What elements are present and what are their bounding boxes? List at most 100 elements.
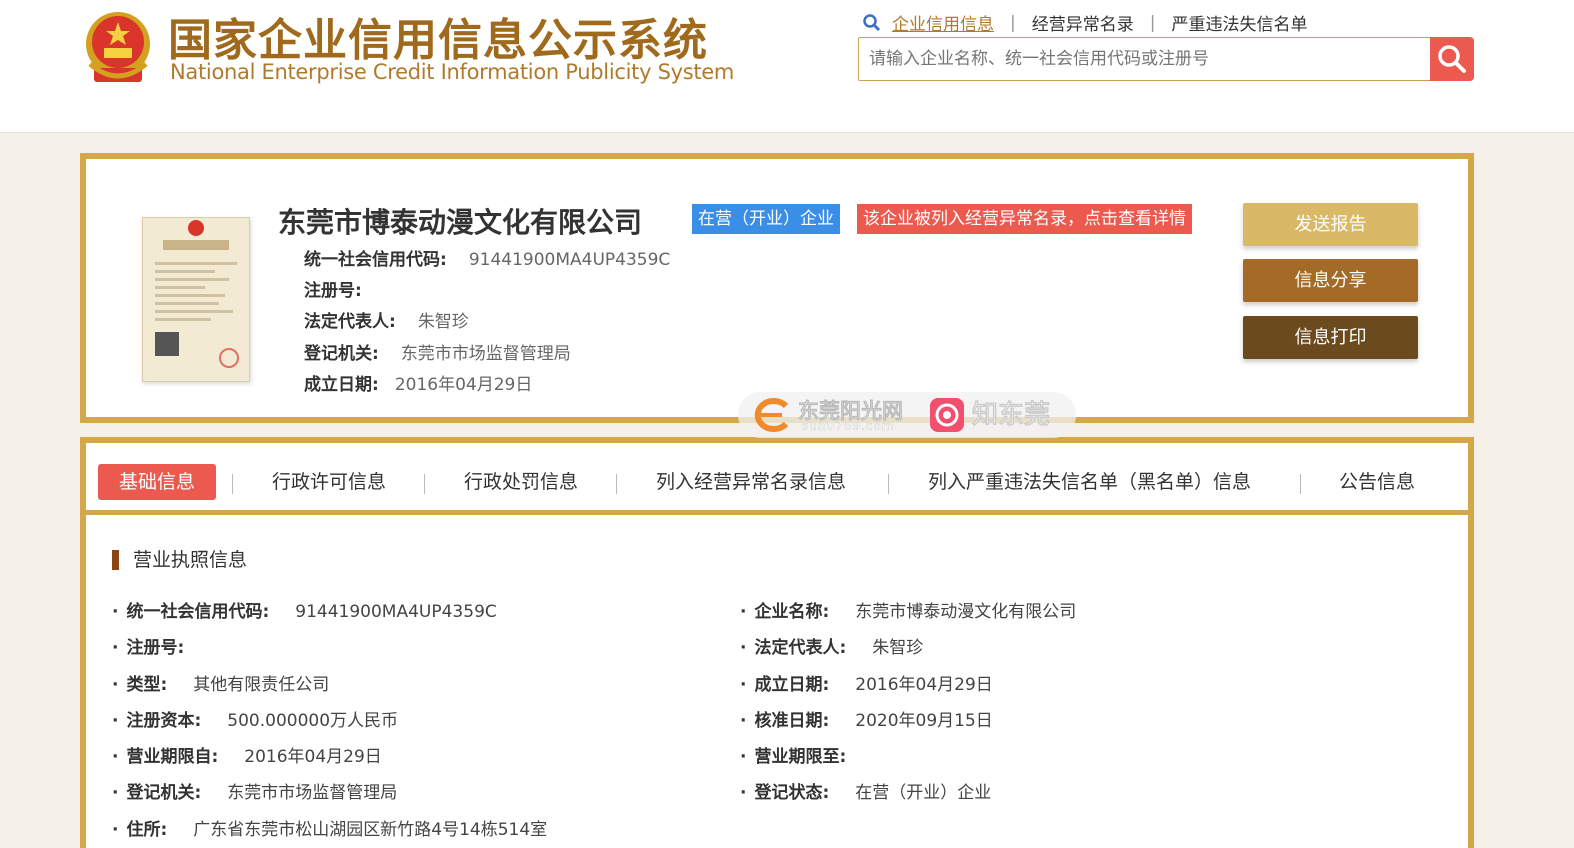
info-label: 成立日期: (304, 375, 379, 395)
field-term-start: · 营业期限自: 2016年04月29日 (112, 742, 382, 767)
field-value: 2016年04月29日 (855, 675, 993, 695)
tab-divider (424, 474, 425, 494)
bullet: · (740, 638, 747, 658)
field-legal-rep: · 法定代表人: 朱智珍 (740, 633, 923, 658)
info-row-credit-code: 统一社会信用代码: 91441900MA4UP4359C (304, 245, 670, 270)
field-founded: · 成立日期: 2016年04月29日 (740, 670, 993, 695)
info-value: 朱智珍 (417, 312, 469, 332)
magnifier-icon (1438, 45, 1466, 73)
field-value: 2016年04月29日 (244, 747, 382, 767)
nav-divider: | (1010, 12, 1016, 33)
tab-divider (232, 474, 233, 494)
license-icon (155, 220, 239, 368)
zhidongguan-logo-icon (930, 398, 964, 432)
bullet: · (740, 675, 747, 695)
field-value: 东莞市市场监督管理局 (227, 783, 398, 803)
tab-blacklist[interactable]: 列入严重违法失信名单（黑名单）信息 (928, 464, 1251, 500)
send-report-button[interactable]: 发送报告 (1243, 203, 1418, 246)
field-capital: · 注册资本: 500.000000万人民币 (112, 706, 398, 731)
bullet: · (740, 783, 747, 803)
field-credit-code: · 统一社会信用代码: 91441900MA4UP4359C (112, 597, 497, 622)
field-label: 住所: (126, 820, 168, 840)
print-info-button[interactable]: 信息打印 (1243, 316, 1418, 359)
field-value: 在营（开业）企业 (855, 783, 992, 803)
bullet: · (112, 783, 119, 803)
watermark-brand: 知东莞 (972, 400, 1051, 431)
field-label: 营业期限至: (754, 747, 847, 767)
tab-divider (888, 474, 889, 494)
nav-link-abnormal-list[interactable]: 经营异常名录 (1032, 10, 1134, 35)
watermark: 东莞阳光网 sun0769.com 知东莞 (738, 392, 1076, 438)
national-emblem-icon (86, 12, 150, 82)
info-row-founded: 成立日期: 2016年04月29日 (304, 370, 532, 395)
bullet: · (740, 602, 747, 622)
share-info-button[interactable]: 信息分享 (1243, 259, 1418, 302)
tab-basic-info[interactable]: 基础信息 (98, 464, 217, 500)
field-value: 东莞市博泰动漫文化有限公司 (855, 602, 1077, 622)
watermark-url: sun0769.com (802, 419, 895, 433)
tab-abnormal-list[interactable]: 列入经营异常名录信息 (656, 464, 846, 500)
info-row-legal-rep: 法定代表人: 朱智珍 (304, 307, 469, 332)
field-label: 企业名称: (754, 602, 830, 622)
info-value: 91441900MA4UP4359C (468, 250, 671, 270)
field-label: 营业期限自: (126, 747, 219, 767)
section-title-license: 营业执照信息 (112, 550, 247, 570)
info-row-reg-number: 注册号: (304, 276, 378, 301)
bullet: · (112, 820, 119, 840)
field-label: 法定代表人: (754, 638, 847, 658)
nav-divider: | (1149, 12, 1156, 33)
info-label: 法定代表人: (304, 312, 396, 332)
field-approved: · 核准日期: 2020年09月15日 (740, 706, 993, 731)
field-label: 统一社会信用代码: (126, 602, 270, 622)
info-value: 2016年04月29日 (394, 375, 533, 395)
tab-divider (1300, 474, 1301, 494)
bullet: · (112, 711, 119, 731)
field-address: · 住所: 广东省东莞市松山湖园区新竹路4号14栋514室 (112, 815, 547, 840)
field-label: 注册号: (126, 638, 185, 658)
site-title: 国家企业信用信息公示系统 (168, 15, 708, 66)
abnormal-alert-badge[interactable]: 该企业被列入经营异常名录，点击查看详情 (857, 204, 1192, 234)
bullet: · (112, 638, 119, 658)
site-title-en: National Enterprise Credit Information P… (170, 60, 735, 84)
detail-tabs: 基础信息 行政许可信息 行政处罚信息 列入经营异常名录信息 列入严重违法失信名单… (86, 443, 1468, 515)
field-label: 成立日期: (754, 675, 830, 695)
field-value: 500.000000万人民币 (227, 711, 399, 731)
business-license-thumbnail[interactable] (142, 217, 250, 382)
tab-admin-license[interactable]: 行政许可信息 (272, 464, 386, 500)
search-input[interactable] (859, 38, 1431, 80)
sun-logo-icon (754, 398, 789, 432)
tab-announcements[interactable]: 公告信息 (1339, 464, 1415, 500)
bullet: · (112, 747, 119, 767)
field-label: 登记机关: (126, 783, 202, 803)
field-label: 注册资本: (126, 711, 202, 731)
info-label: 统一社会信用代码: (304, 250, 447, 270)
info-row-authority: 登记机关: 东莞市市场监督管理局 (304, 339, 571, 364)
field-label: 核准日期: (754, 711, 830, 731)
field-authority: · 登记机关: 东莞市市场监督管理局 (112, 778, 397, 803)
field-value: 其他有限责任公司 (193, 675, 330, 695)
search-box (858, 37, 1432, 81)
bullet: · (112, 602, 119, 622)
tab-admin-penalty[interactable]: 行政处罚信息 (464, 464, 578, 500)
field-company-name: · 企业名称: 东莞市博泰动漫文化有限公司 (740, 597, 1076, 622)
search-icon (863, 13, 881, 31)
info-label: 注册号: (304, 281, 362, 301)
nav-link-credit-info[interactable]: 企业信用信息 (892, 10, 994, 35)
field-value: 广东省东莞市松山湖园区新竹路4号14栋514室 (193, 820, 548, 840)
info-label: 登记机关: (304, 344, 379, 364)
tab-divider (616, 474, 617, 494)
search-button[interactable] (1430, 37, 1474, 81)
field-value: 91441900MA4UP4359C (295, 602, 497, 622)
field-value: 2020年09月15日 (855, 711, 993, 731)
bullet: · (740, 711, 747, 731)
company-summary-panel: 东莞市博泰动漫文化有限公司 在营（开业）企业 该企业被列入经营异常名录，点击查看… (80, 153, 1474, 423)
field-type: · 类型: 其他有限责任公司 (112, 670, 329, 695)
field-label: 类型: (126, 675, 168, 695)
nav-link-blacklist[interactable]: 严重违法失信名单 (1171, 10, 1307, 35)
field-reg-number: · 注册号: (112, 633, 184, 658)
info-value: 东莞市市场监督管理局 (400, 344, 571, 364)
field-term-end: · 营业期限至: (740, 742, 846, 767)
company-name: 东莞市博泰动漫文化有限公司 (278, 206, 643, 239)
field-value: 朱智珍 (872, 638, 924, 658)
top-nav: 企业信用信息 | 经营异常名录 | 严重违法失信名单 (862, 10, 1307, 35)
